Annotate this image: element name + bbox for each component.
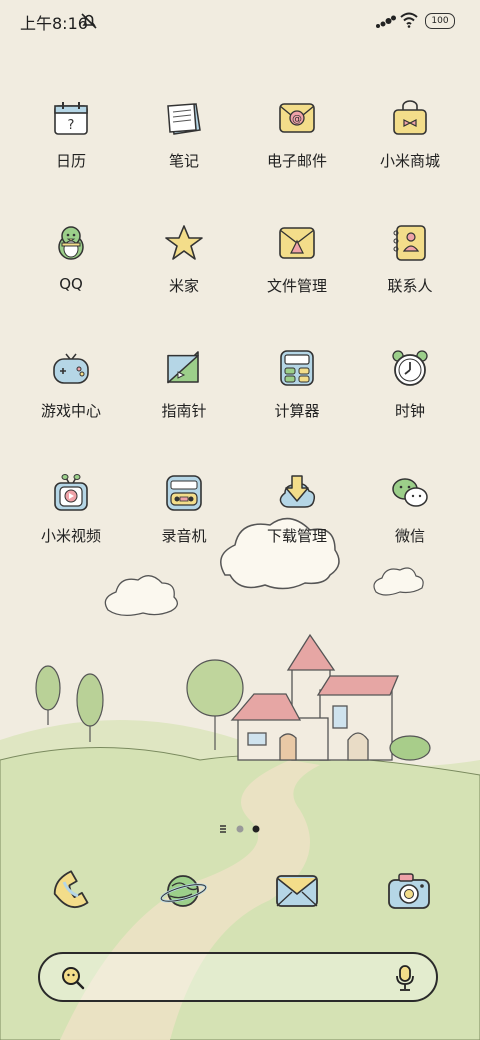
contacts-icon bbox=[393, 225, 426, 261]
app-label: 联系人 bbox=[387, 277, 433, 295]
search-bar[interactable] bbox=[38, 952, 438, 1002]
app-email[interactable]: @ 电子邮件 bbox=[242, 90, 352, 200]
bush bbox=[389, 735, 431, 761]
signal-icon bbox=[376, 15, 396, 28]
app-label: 文件管理 bbox=[266, 277, 327, 295]
app-qq[interactable]: QQ bbox=[16, 215, 126, 325]
app-label: 小米视频 bbox=[40, 527, 101, 545]
app-notes[interactable]: 笔记 bbox=[129, 90, 239, 200]
app-label: 微信 bbox=[394, 527, 425, 545]
compass-icon bbox=[167, 351, 199, 384]
app-file-manager[interactable]: 文件管理 bbox=[242, 215, 352, 325]
app-label: 录音机 bbox=[161, 527, 207, 545]
wechat-icon bbox=[392, 478, 428, 507]
calculator-icon bbox=[280, 350, 314, 386]
app-label: 米家 bbox=[168, 277, 199, 295]
star-icon bbox=[165, 225, 203, 260]
svg-text:@: @ bbox=[292, 114, 302, 125]
mute-bell-icon bbox=[81, 13, 97, 29]
app-label: 下载管理 bbox=[266, 527, 327, 545]
camera-icon[interactable] bbox=[384, 866, 434, 916]
calendar-icon: ? bbox=[54, 102, 88, 135]
tv-play-icon bbox=[54, 474, 88, 511]
notes-icon bbox=[167, 103, 201, 135]
app-label: 日历 bbox=[55, 152, 86, 170]
app-label: 指南针 bbox=[161, 402, 207, 420]
app-mi-video[interactable]: 小米视频 bbox=[16, 465, 126, 575]
alarm-clock-icon bbox=[392, 350, 428, 386]
cloud-left bbox=[104, 575, 178, 617]
wifi-icon bbox=[400, 12, 418, 28]
app-label: 笔记 bbox=[168, 152, 199, 170]
page-indicator[interactable] bbox=[214, 822, 268, 836]
page-dot-active bbox=[252, 825, 260, 833]
recorder-icon bbox=[166, 475, 202, 511]
phone-icon[interactable] bbox=[46, 866, 96, 916]
app-label: 小米商城 bbox=[379, 152, 440, 170]
app-mi-store[interactable]: 小米商城 bbox=[355, 90, 465, 200]
search-icon bbox=[62, 967, 85, 990]
browser-planet-icon[interactable] bbox=[158, 866, 208, 916]
status-bar: 上午8:16 100 bbox=[0, 0, 480, 42]
app-calendar[interactable]: ? 日历 bbox=[16, 90, 126, 200]
status-time: 上午8:16 bbox=[20, 14, 88, 33]
gamepad-icon bbox=[53, 353, 89, 384]
app-label: 计算器 bbox=[274, 402, 320, 420]
battery-indicator: 100 bbox=[425, 13, 455, 29]
app-contacts[interactable]: 联系人 bbox=[355, 215, 465, 325]
app-mijia[interactable]: 米家 bbox=[129, 215, 239, 325]
app-recorder[interactable]: 录音机 bbox=[129, 465, 239, 575]
shopping-bag-icon bbox=[393, 100, 427, 135]
app-label: 时钟 bbox=[394, 402, 425, 420]
app-label: 游戏中心 bbox=[40, 402, 101, 420]
page-dot bbox=[236, 825, 244, 833]
app-clock[interactable]: 时钟 bbox=[355, 340, 465, 450]
app-calculator[interactable]: 计算器 bbox=[242, 340, 352, 450]
app-label: QQ bbox=[59, 275, 83, 293]
app-wechat[interactable]: 微信 bbox=[355, 465, 465, 575]
download-cloud-icon bbox=[279, 475, 316, 508]
folder-icon bbox=[279, 227, 315, 259]
qq-penguin-icon bbox=[58, 226, 84, 260]
page-dot-menu bbox=[220, 825, 226, 833]
app-label: 电子邮件 bbox=[266, 152, 327, 170]
messages-envelope-icon[interactable] bbox=[272, 866, 322, 916]
house bbox=[230, 633, 399, 761]
email-icon: @ bbox=[279, 103, 315, 133]
app-download-manager[interactable]: 下载管理 bbox=[242, 465, 352, 575]
svg-text:?: ? bbox=[68, 118, 75, 133]
app-compass[interactable]: 指南针 bbox=[129, 340, 239, 450]
microphone-icon[interactable] bbox=[394, 964, 416, 992]
app-game-center[interactable]: 游戏中心 bbox=[16, 340, 126, 450]
